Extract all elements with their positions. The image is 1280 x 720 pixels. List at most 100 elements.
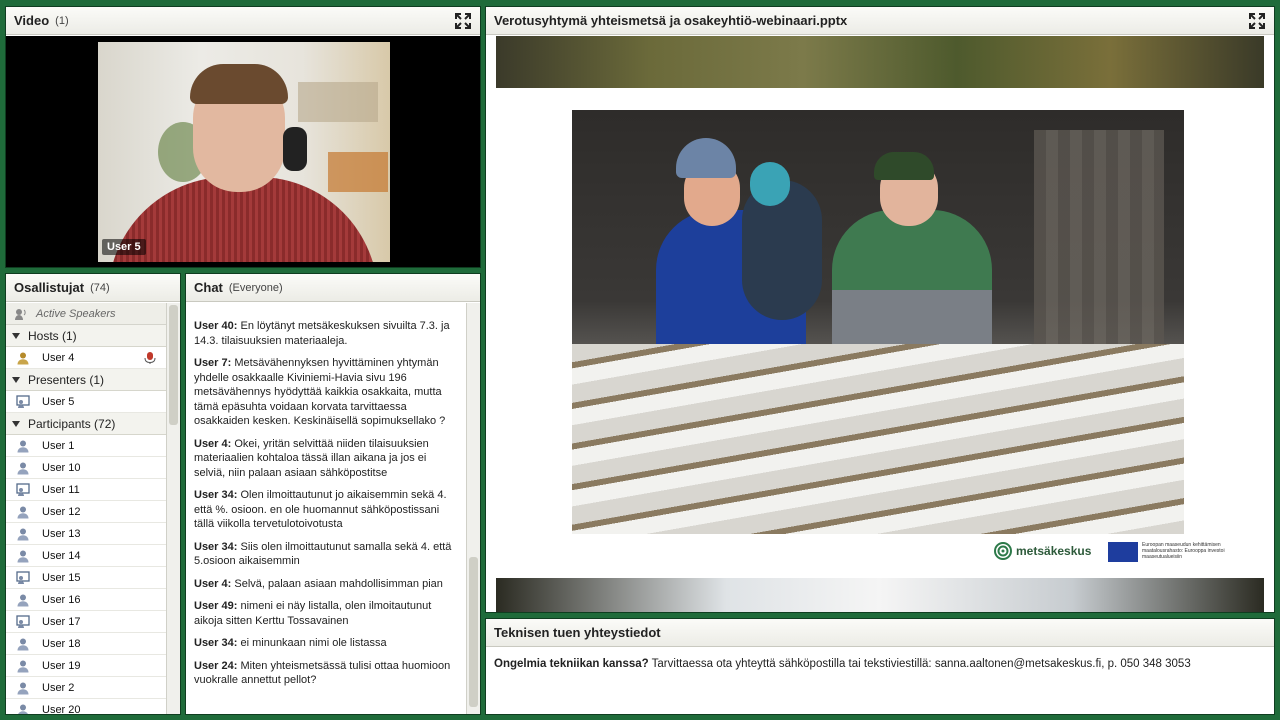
eu-flag-icon — [1108, 542, 1138, 562]
user-icon — [16, 439, 30, 453]
user-icon — [16, 659, 30, 673]
presenter-icon — [16, 570, 30, 585]
presenter-icon — [16, 394, 30, 409]
chat-message-user: User 34: — [194, 637, 238, 649]
shared-presentation: metsäkeskus Euroopan maaseudun kehittämi… — [486, 36, 1274, 612]
chat-pod-scope: (Everyone) — [228, 281, 283, 294]
user-icon — [16, 549, 30, 563]
attendees-pod-title: Osallistujat — [14, 280, 85, 295]
speakers-icon — [14, 307, 28, 321]
attendee-row[interactable]: User 20 — [6, 699, 166, 714]
notes-pod-header: Teknisen tuen yhteystiedot — [486, 619, 1274, 647]
active-speakers-label: Active Speakers — [36, 307, 116, 320]
eu-funding-text: Euroopan maaseudun kehittämisen maatalou… — [1142, 542, 1225, 560]
chat-message: User 34: Siis olen ilmoittautunut samall… — [194, 540, 458, 569]
chat-messages: User 40: En löytänyt metsäkeskuksen sivu… — [186, 303, 466, 714]
attendee-row[interactable]: User 11 — [6, 479, 166, 501]
user-icon — [16, 703, 30, 714]
webcam-video — [98, 42, 390, 262]
video-pod-title: Video — [14, 13, 50, 28]
attendee-row[interactable]: User 5 — [6, 391, 166, 413]
collapse-triangle-icon — [12, 332, 20, 339]
attendee-row[interactable]: User 15 — [6, 567, 166, 589]
attendee-list: Active Speakers Hosts (1) User 4 Present… — [6, 303, 166, 714]
fullscreen-icon[interactable] — [1248, 12, 1266, 30]
attendee-name: User 12 — [42, 505, 81, 518]
chat-message-user: User 7: — [194, 357, 232, 369]
share-pod-header: Verotusyhtymä yhteismetsä ja osakeyhtiö-… — [486, 7, 1274, 35]
slide-photo — [572, 110, 1184, 534]
chat-message-user: User 34: — [194, 489, 238, 501]
video-speaker-label: User 5 — [102, 239, 146, 255]
attendee-name: User 2 — [42, 681, 75, 694]
group-participants[interactable]: Participants (72) — [6, 413, 166, 435]
collapse-triangle-icon — [12, 376, 20, 383]
user-icon — [16, 637, 30, 651]
video-pod-count: (1) — [55, 14, 69, 27]
attendee-name: User 10 — [42, 461, 81, 474]
attendee-name: User 1 — [42, 439, 75, 452]
attendee-name: User 16 — [42, 593, 81, 606]
chat-scrollbar[interactable] — [466, 303, 480, 714]
user-icon — [16, 505, 30, 519]
video-pod-header: Video (1) — [6, 7, 480, 35]
microphone-icon — [144, 351, 156, 365]
attendee-row[interactable]: User 12 — [6, 501, 166, 523]
attendee-name: User 14 — [42, 549, 81, 562]
attendee-name: User 17 — [42, 615, 81, 628]
fullscreen-icon[interactable] — [454, 12, 472, 30]
host-icon — [16, 351, 30, 365]
attendee-row[interactable]: User 1 — [6, 435, 166, 457]
notes-pod: Teknisen tuen yhteystiedot Ongelmia tekn… — [485, 618, 1275, 715]
attendee-row[interactable]: User 19 — [6, 655, 166, 677]
presenter-icon — [16, 482, 30, 497]
chat-message-text: ei minunkaan nimi ole listassa — [240, 637, 387, 649]
share-pod-title: Verotusyhtymä yhteismetsä ja osakeyhtiö-… — [494, 13, 848, 28]
attendee-row[interactable]: User 16 — [6, 589, 166, 611]
background-forest-image — [496, 36, 1264, 88]
attendee-name: User 5 — [42, 395, 75, 408]
attendee-row[interactable]: User 17 — [6, 611, 166, 633]
collapse-triangle-icon — [12, 420, 20, 427]
group-presenters[interactable]: Presenters (1) — [6, 369, 166, 391]
attendee-scrollbar[interactable] — [166, 303, 180, 714]
background-snow-image — [496, 578, 1264, 612]
attendee-row[interactable]: User 18 — [6, 633, 166, 655]
share-pod: Verotusyhtymä yhteismetsä ja osakeyhtiö-… — [485, 6, 1275, 613]
user-icon — [16, 593, 30, 607]
metsakeskus-logo-icon — [994, 542, 1012, 560]
attendee-row[interactable]: User 13 — [6, 523, 166, 545]
attendee-name: User 13 — [42, 527, 81, 540]
notes-text: Tarvittaessa ota yhteyttä sähköpostilla … — [648, 658, 1191, 670]
notes-pod-title: Teknisen tuen yhteystiedot — [494, 625, 661, 640]
chat-pod-title: Chat — [194, 280, 223, 295]
attendee-row[interactable]: User 10 — [6, 457, 166, 479]
video-area: User 5 — [6, 36, 480, 267]
chat-message: User 24: Miten yhteismetsässä tulisi ott… — [194, 659, 458, 688]
attendee-name: User 20 — [42, 703, 81, 715]
chat-message-user: User 34: — [194, 540, 238, 553]
user-icon — [16, 527, 30, 541]
active-speakers-row[interactable]: Active Speakers — [6, 303, 166, 325]
user-icon — [16, 681, 30, 695]
chat-pod-header: Chat (Everyone) — [186, 274, 480, 302]
metsakeskus-logo: metsäkeskus — [994, 542, 1091, 560]
chat-message: User 34: Olen ilmoittautunut jo aikaisem… — [194, 488, 458, 532]
attendee-name: User 15 — [42, 571, 81, 584]
attendee-row[interactable]: User 4 — [6, 347, 166, 369]
chat-message-text: Metsävähennyksen hyvittäminen yhtymän yh… — [194, 357, 446, 427]
chat-message-text: Selvä, palaan asiaan mahdollisimman pian — [234, 577, 443, 590]
chat-message: User 49: nimeni ei näy listalla, olen il… — [194, 599, 458, 628]
chat-message: User 40: En löytänyt metsäkeskuksen sivu… — [194, 319, 458, 348]
attendee-name: User 19 — [42, 659, 81, 672]
chat-message: User 7: Metsävähennyksen hyvittäminen yh… — [194, 356, 458, 429]
attendee-row[interactable]: User 2 — [6, 677, 166, 699]
chat-message-user: User 4: — [194, 577, 232, 590]
chat-message-user: User 24: — [194, 659, 238, 672]
group-hosts[interactable]: Hosts (1) — [6, 325, 166, 347]
user-icon — [16, 461, 30, 475]
group-label: Presenters (1) — [28, 372, 105, 387]
attendees-pod-header: Osallistujat (74) — [6, 274, 180, 302]
attendee-row[interactable]: User 14 — [6, 545, 166, 567]
attendees-pod-count: (74) — [90, 281, 110, 294]
